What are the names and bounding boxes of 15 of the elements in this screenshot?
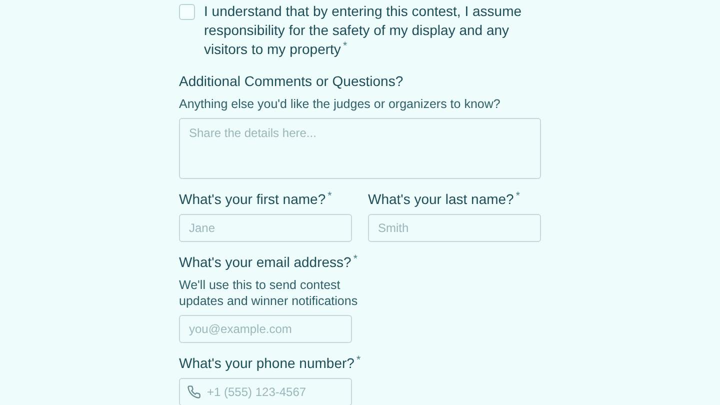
consent-text: I understand that by entering this contest, I assume responsibility for the safety of my display and any visitors to my property$^{*}$ — [204, 2, 523, 59]
checkbox[interactable] — [179, 4, 195, 20]
field-label: Additional Comments or Questions? — [179, 73, 404, 90]
field-label: What's your first name?$^{*}$ — [179, 191, 333, 208]
comments-field[interactable]: Share the details here... — [179, 118, 541, 179]
help-text: We'll use this to send contest updates and winner notifications — [179, 277, 359, 309]
name-field[interactable]: Jane — [179, 214, 352, 242]
field-label: What's your phone number?$^{*}$ — [179, 355, 362, 372]
name-field[interactable]: Smith — [368, 214, 541, 242]
phone-field[interactable]: +1 (555) 123-4567 — [179, 378, 352, 405]
field-label: What's your email address?$^{*}$ — [179, 254, 358, 271]
phone-icon — [187, 385, 201, 399]
email-field[interactable]: you@example.com — [179, 315, 352, 343]
help-text: Anything else you'd like the judges or organizers to know? — [179, 96, 502, 112]
field-label: What's your last name?$^{*}$ — [368, 191, 521, 208]
